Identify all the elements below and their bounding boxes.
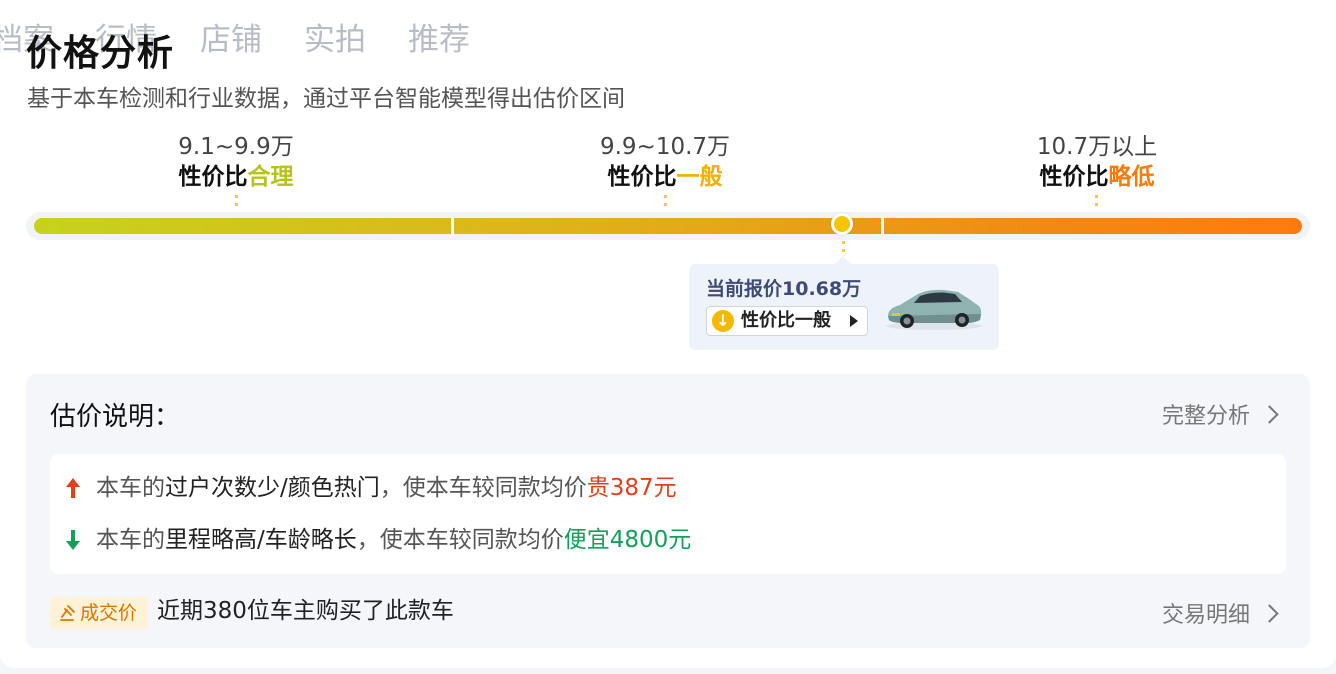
reason-text: 本车的里程略高/车龄略长，使本车较同款均价便宜4800元 bbox=[96, 524, 691, 556]
range-cp: 性价比一般 bbox=[535, 162, 795, 192]
chevron-right-icon[interactable] bbox=[1260, 604, 1279, 623]
current-price-tooltip: 当前报价10.68万 ↓ 性价比一般 bbox=[689, 256, 999, 350]
car-thumbnail bbox=[886, 289, 982, 330]
range-pointer-dots bbox=[664, 195, 667, 206]
arrow-up-icon bbox=[66, 478, 80, 498]
reason-factor: 过户次数少/颜色热门 bbox=[165, 475, 380, 501]
deal-badge-label: 成交价 bbox=[80, 602, 138, 624]
range-price: 10.7万以上 bbox=[1036, 134, 1158, 160]
cp-prefix: 性价比 bbox=[1039, 164, 1109, 190]
deal-price-badge: 成交价 bbox=[50, 597, 148, 629]
range-low: 10.7万以上 性价比略低 bbox=[967, 132, 1227, 192]
page-title: 价格分析 bbox=[26, 33, 175, 74]
price-analysis-card: 档案 行情 店铺 实拍 推荐 价格分析 基于本车检测和行业数据，通过平台智能模型… bbox=[0, 0, 1336, 668]
range-pointer-dots bbox=[1095, 195, 1098, 206]
cp-level: 略低 bbox=[1108, 164, 1155, 190]
reason-middle: ，使本车较同款均价 bbox=[356, 527, 564, 553]
arrow-down-icon bbox=[66, 530, 80, 550]
recent-buyers-text: 近期380位车主购买了此款车 bbox=[157, 598, 454, 624]
reason-prefix: 本车的 bbox=[96, 475, 165, 501]
marker-pointer-dots bbox=[842, 241, 845, 252]
full-analysis-link[interactable]: 完整分析 bbox=[1162, 398, 1250, 430]
range-cp: 性价比合理 bbox=[106, 162, 366, 192]
tab-photos[interactable]: 实拍 bbox=[304, 14, 366, 59]
range-price: 9.9~10.7万 bbox=[599, 134, 731, 160]
reason-amount: 便宜4800元 bbox=[563, 527, 692, 553]
range-reasonable: 9.1~9.9万 性价比合理 bbox=[106, 132, 366, 192]
cp-level: 一般 bbox=[676, 164, 723, 190]
chevron-right-icon[interactable] bbox=[1260, 405, 1279, 424]
reason-list: 本车的过户次数少/颜色热门，使本车较同款均价贵387元 本车的里程略高/车龄略长… bbox=[50, 454, 1286, 574]
deal-details-link[interactable]: 交易明细 bbox=[1162, 597, 1250, 629]
reason-prefix: 本车的 bbox=[96, 527, 165, 553]
current-price-label: 当前报价10.68万 bbox=[706, 278, 862, 300]
tab-store[interactable]: 店铺 bbox=[200, 14, 262, 59]
down-arrow-circle-icon: ↓ bbox=[712, 310, 734, 332]
cp-level-button[interactable]: ↓ 性价比一般 bbox=[706, 306, 868, 336]
reason-factor: 里程略高/车龄略长 bbox=[165, 527, 357, 553]
reason-amount: 贵387元 bbox=[586, 475, 677, 501]
bar-separator bbox=[881, 216, 884, 236]
reason-text: 本车的过户次数少/颜色热门，使本车较同款均价贵387元 bbox=[96, 472, 677, 504]
reason-item-up: 本车的过户次数少/颜色热门，使本车较同款均价贵387元 bbox=[50, 468, 1286, 508]
range-average: 9.9~10.7万 性价比一般 bbox=[535, 132, 795, 192]
tab-recommend[interactable]: 推荐 bbox=[408, 14, 470, 59]
price-range-bar bbox=[34, 218, 1302, 234]
range-pointer-dots bbox=[235, 195, 238, 206]
reason-middle: ，使本车较同款均价 bbox=[379, 475, 587, 501]
reason-item-down: 本车的里程略高/车龄略长，使本车较同款均价便宜4800元 bbox=[50, 520, 1286, 560]
estimate-explanation-panel: 估价说明： 完整分析 本车的过户次数少/颜色热门，使本车较同款均价贵387元 本… bbox=[26, 374, 1310, 648]
cp-level-button-label: 性价比一般 bbox=[741, 310, 831, 331]
panel-title: 估价说明： bbox=[50, 402, 181, 432]
tooltip-arrow bbox=[835, 256, 851, 264]
range-cp: 性价比略低 bbox=[967, 162, 1227, 192]
page-subtitle: 基于本车检测和行业数据，通过平台智能模型得出估价区间 bbox=[27, 86, 625, 112]
range-price: 9.1~9.9万 bbox=[178, 134, 294, 160]
cp-level: 合理 bbox=[247, 164, 294, 190]
cp-prefix: 性价比 bbox=[178, 164, 248, 190]
current-price-marker bbox=[831, 213, 853, 235]
bar-separator bbox=[451, 216, 454, 236]
play-triangle-icon bbox=[850, 315, 858, 327]
cp-prefix: 性价比 bbox=[607, 164, 677, 190]
gavel-icon bbox=[60, 605, 75, 621]
